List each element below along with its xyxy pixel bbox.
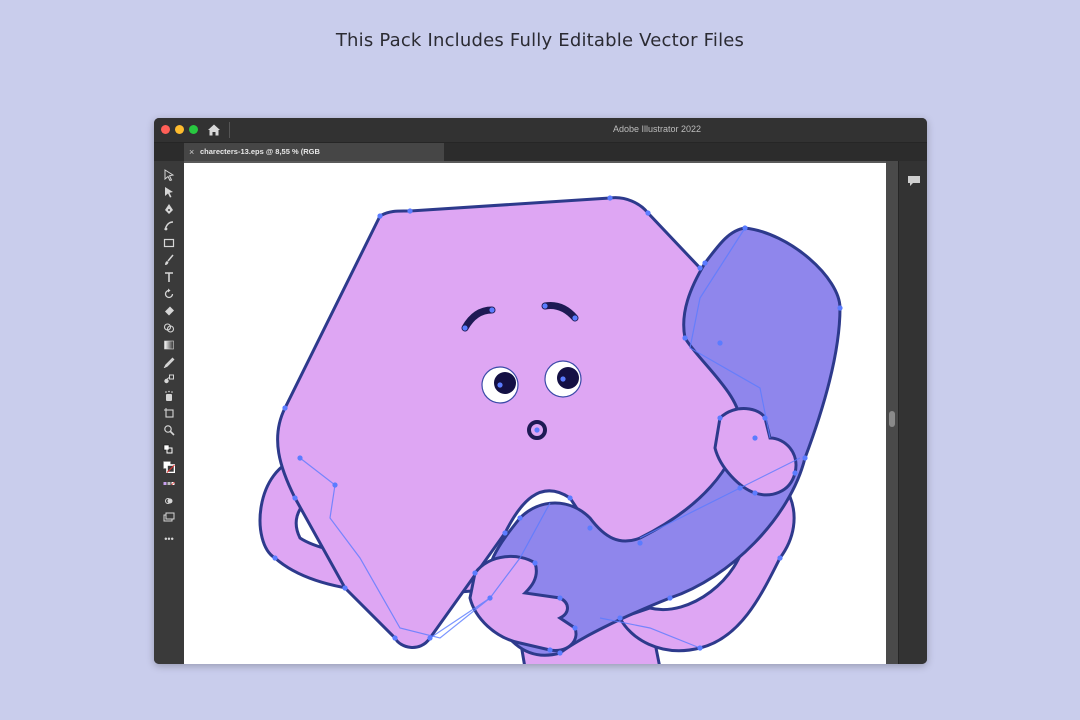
title-bar: Adobe Illustrator 2022 (154, 118, 927, 143)
anchor-point[interactable] (534, 427, 540, 433)
vertical-scrollbar[interactable] (886, 161, 898, 664)
anchor-point[interactable] (427, 635, 433, 641)
anchor-point[interactable] (462, 325, 468, 331)
screen-mode-icon[interactable] (160, 510, 178, 525)
anchor-point[interactable] (502, 530, 508, 536)
anchor-point[interactable] (407, 208, 413, 214)
eyedropper-tool-icon[interactable] (160, 354, 178, 369)
anchor-point[interactable] (532, 560, 538, 566)
anchor-point[interactable] (587, 525, 593, 531)
anchor-point[interactable] (282, 405, 288, 411)
anchor-point[interactable] (697, 645, 703, 651)
vector-character-artwork[interactable] (184, 163, 886, 664)
anchor-point[interactable] (547, 647, 553, 653)
anchor-point[interactable] (617, 615, 623, 621)
direct-selection-tool-icon[interactable] (160, 184, 178, 199)
anchor-point[interactable] (792, 470, 798, 476)
document-tab[interactable]: × charecters-13.eps @ 8,55 % (RGB (184, 143, 444, 161)
anchor-point[interactable] (292, 495, 298, 501)
headline: This Pack Includes Fully Editable Vector… (335, 30, 745, 51)
anchor-point[interactable] (667, 595, 673, 601)
anchor-point[interactable] (752, 435, 758, 441)
tools-panel: ••• (154, 161, 184, 664)
anchor-point[interactable] (607, 195, 613, 201)
shape-builder-tool-icon[interactable] (160, 320, 178, 335)
anchor-point[interactable] (567, 495, 573, 501)
anchor-point[interactable] (392, 635, 398, 641)
rotate-tool-icon[interactable] (160, 286, 178, 301)
selection-tool-icon[interactable] (160, 167, 178, 182)
app-title: Adobe Illustrator 2022 (612, 124, 702, 134)
symbol-sprayer-tool-icon[interactable] (160, 388, 178, 403)
anchor-point[interactable] (717, 415, 723, 421)
type-tool-icon[interactable] (160, 269, 178, 284)
illustrator-window: Adobe Illustrator 2022 × charecters-13.e… (154, 118, 927, 664)
anchor-point[interactable] (717, 340, 723, 346)
left-pupil (494, 372, 516, 394)
fill-stroke-swatches-icon[interactable] (160, 459, 178, 474)
anchor-point[interactable] (702, 260, 708, 266)
blend-tool-icon[interactable] (160, 371, 178, 386)
gradient-tool-icon[interactable] (160, 337, 178, 352)
eraser-tool-icon[interactable] (160, 303, 178, 318)
canvas-area[interactable] (184, 161, 898, 664)
anchor-point[interactable] (297, 455, 303, 461)
pen-tool-icon[interactable] (160, 201, 178, 216)
drawing-modes-icon[interactable] (160, 493, 178, 508)
anchor-point[interactable] (637, 540, 643, 546)
artboard-tool-icon[interactable] (160, 405, 178, 420)
curvature-tool-icon[interactable] (160, 218, 178, 233)
anchor-point[interactable] (572, 625, 578, 631)
anchor-point[interactable] (497, 382, 503, 388)
anchor-point[interactable] (342, 585, 348, 591)
anchor-point[interactable] (377, 213, 383, 219)
anchor-point[interactable] (645, 210, 651, 216)
anchor-point[interactable] (557, 595, 563, 601)
anchor-point[interactable] (752, 490, 758, 496)
color-mode-icons[interactable] (160, 476, 178, 491)
anchor-point[interactable] (697, 265, 703, 271)
anchor-point[interactable] (272, 555, 278, 561)
default-colors-icon[interactable] (160, 442, 178, 457)
right-panel-dock (898, 161, 927, 664)
anchor-point[interactable] (777, 555, 783, 561)
anchor-point[interactable] (517, 515, 523, 521)
document-tab-label: charecters-13.eps @ 8,55 % (RGB (200, 147, 320, 156)
anchor-point[interactable] (542, 303, 548, 309)
anchor-point[interactable] (682, 335, 688, 341)
anchor-point[interactable] (489, 307, 495, 313)
artboard[interactable] (184, 163, 886, 664)
paintbrush-tool-icon[interactable] (160, 252, 178, 267)
close-tab-icon[interactable]: × (189, 143, 194, 161)
anchor-point[interactable] (560, 376, 566, 382)
zoom-tool-icon[interactable] (160, 422, 178, 437)
anchor-point[interactable] (802, 455, 808, 461)
scrollbar-thumb[interactable] (889, 411, 895, 427)
comment-icon[interactable] (907, 175, 921, 187)
anchor-point[interactable] (737, 485, 743, 491)
anchor-point[interactable] (572, 315, 578, 321)
anchor-point[interactable] (472, 570, 478, 576)
anchor-point[interactable] (742, 225, 748, 231)
more-tools-icon[interactable]: ••• (160, 531, 178, 546)
anchor-point[interactable] (837, 305, 843, 311)
right-pupil (557, 367, 579, 389)
anchor-point[interactable] (557, 650, 563, 656)
rectangle-tool-icon[interactable] (160, 235, 178, 250)
anchor-point[interactable] (762, 415, 768, 421)
anchor-point[interactable] (332, 482, 338, 488)
anchor-point[interactable] (487, 595, 493, 601)
